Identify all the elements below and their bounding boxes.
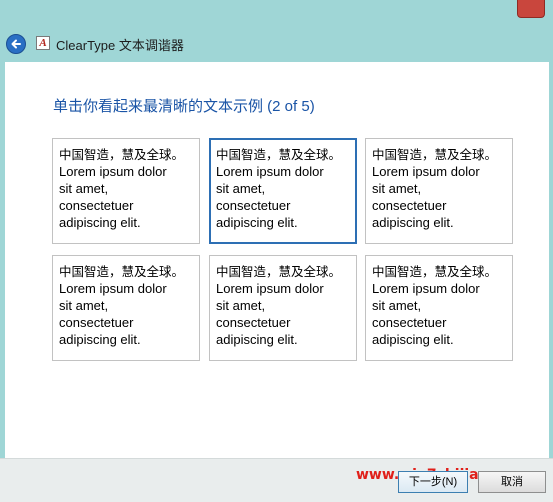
- sample-text-line: sit amet,: [372, 181, 422, 196]
- window-title: ClearType 文本调谐器: [56, 38, 184, 53]
- sample-text-line: consectetuer: [216, 315, 291, 330]
- sample-text-line: adipiscing elit.: [59, 215, 141, 230]
- sample-text-line: consectetuer: [59, 315, 134, 330]
- bottom-button-bar: www.win7zhijia.cn 下一步(N) 取消: [0, 458, 553, 502]
- sample-text-line: 中国智造，慧及全球。: [59, 147, 185, 162]
- sample-text-line: sit amet,: [216, 298, 266, 313]
- text-sample-option[interactable]: 中国智造，慧及全球。 Lorem ipsum dolor sit amet, cons…: [365, 255, 513, 361]
- cleartype-app-icon: A: [36, 36, 50, 50]
- content-panel: 单击你看起来最清晰的文本示例 (2 of 5) 中国智造，慧及全球。 Lorem …: [5, 62, 549, 458]
- text-sample-option[interactable]: 中国智造，慧及全球。 Lorem ipsum dolor sit amet, cons…: [52, 138, 200, 244]
- text-sample-option[interactable]: 中国智造，慧及全球。 Lorem ipsum dolor sit amet, cons…: [209, 138, 357, 244]
- sample-text-line: adipiscing elit.: [216, 332, 298, 347]
- title-bar: A ClearType 文本调谐器: [0, 26, 553, 62]
- sample-text-line: consectetuer: [372, 315, 447, 330]
- sample-text-line: consectetuer: [372, 198, 447, 213]
- close-button[interactable]: [517, 0, 545, 18]
- sample-text-line: Lorem ipsum dolor: [216, 164, 324, 179]
- cancel-button[interactable]: 取消: [478, 471, 546, 493]
- sample-text-line: adipiscing elit.: [372, 332, 454, 347]
- sample-text-line: adipiscing elit.: [216, 215, 298, 230]
- sample-text-line: 中国智造，慧及全球。: [372, 264, 498, 279]
- sample-text-line: adipiscing elit.: [59, 332, 141, 347]
- sample-text-line: 中国智造，慧及全球。: [216, 264, 342, 279]
- back-arrow-icon: [11, 39, 21, 49]
- sample-text-line: sit amet,: [59, 181, 109, 196]
- text-sample-option[interactable]: 中国智造，慧及全球。 Lorem ipsum dolor sit amet, cons…: [365, 138, 513, 244]
- instruction-heading: 单击你看起来最清晰的文本示例 (2 of 5): [53, 98, 315, 115]
- next-button[interactable]: 下一步(N): [398, 471, 468, 493]
- sample-text-line: consectetuer: [59, 198, 134, 213]
- text-sample-option[interactable]: 中国智造，慧及全球。 Lorem ipsum dolor sit amet, cons…: [209, 255, 357, 361]
- sample-text-line: 中国智造，慧及全球。: [216, 147, 342, 162]
- sample-text-line: sit amet,: [372, 298, 422, 313]
- back-button[interactable]: [6, 34, 26, 54]
- sample-text-line: Lorem ipsum dolor: [59, 164, 167, 179]
- sample-text-line: sit amet,: [59, 298, 109, 313]
- sample-text-line: Lorem ipsum dolor: [372, 164, 480, 179]
- sample-text-line: Lorem ipsum dolor: [372, 281, 480, 296]
- sample-text-line: adipiscing elit.: [372, 215, 454, 230]
- sample-text-line: Lorem ipsum dolor: [216, 281, 324, 296]
- sample-text-line: consectetuer: [216, 198, 291, 213]
- sample-text-line: Lorem ipsum dolor: [59, 281, 167, 296]
- sample-text-line: 中国智造，慧及全球。: [372, 147, 498, 162]
- window-top-band: [0, 0, 553, 26]
- sample-text-line: sit amet,: [216, 181, 266, 196]
- sample-text-line: 中国智造，慧及全球。: [59, 264, 185, 279]
- text-sample-option[interactable]: 中国智造，慧及全球。 Lorem ipsum dolor sit amet, cons…: [52, 255, 200, 361]
